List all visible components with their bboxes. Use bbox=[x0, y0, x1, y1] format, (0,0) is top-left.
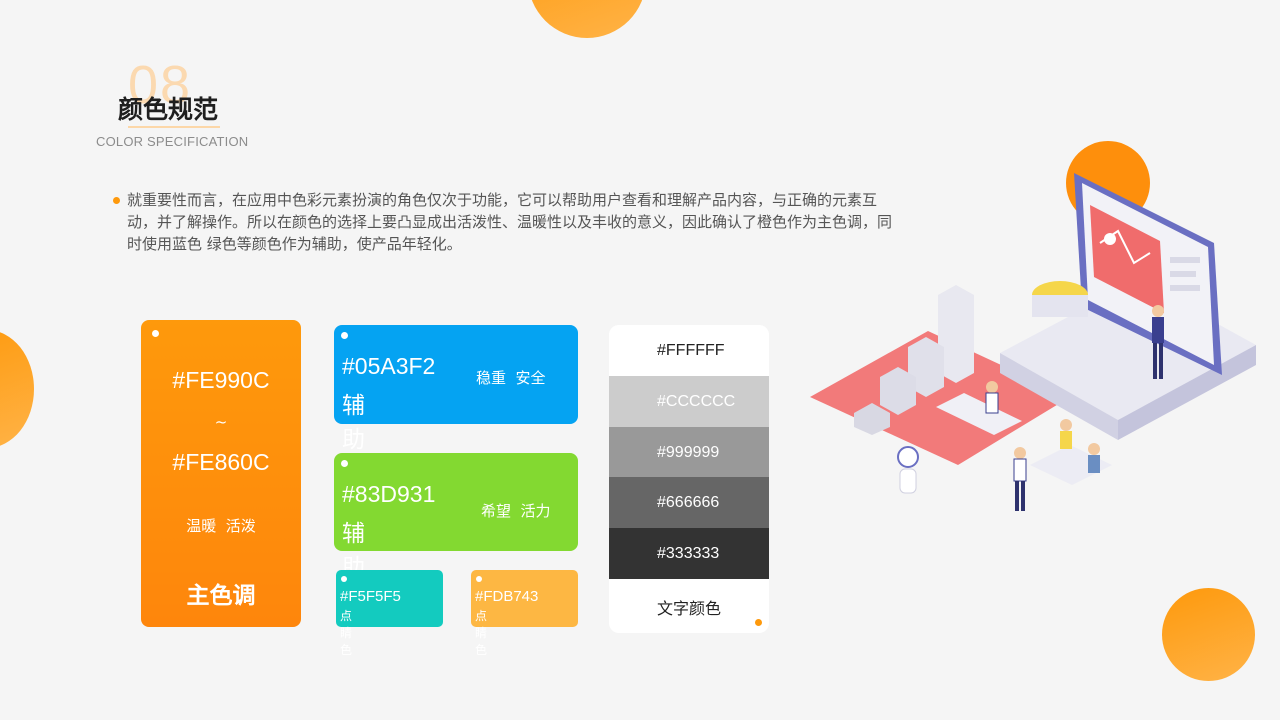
bullet-dot bbox=[113, 197, 120, 204]
blue-keywords: 稳重 安全 bbox=[476, 369, 546, 387]
decorative-circle-bottom-right bbox=[1162, 588, 1255, 681]
teal-code: #F5F5F5 bbox=[340, 588, 401, 605]
presenter-head bbox=[1152, 305, 1164, 317]
teal-role: 点睛色 bbox=[340, 609, 353, 657]
person-body bbox=[1060, 431, 1072, 449]
swatch-cccccc: #CCCCCC bbox=[609, 376, 769, 427]
person-body bbox=[1013, 458, 1027, 482]
palette-dot bbox=[755, 619, 762, 626]
description-text: 就重要性而言，在应用中色彩元素扮演的角色仅次于功能，它可以帮助用户查看和理解产品… bbox=[127, 191, 893, 253]
page-subtitle: COLOR SPECIFICATION bbox=[96, 134, 249, 149]
screen-text-line bbox=[1170, 257, 1200, 263]
card-dot bbox=[341, 576, 347, 582]
person-head bbox=[1014, 447, 1026, 459]
card-dot bbox=[341, 332, 348, 339]
green-code: #83D931 bbox=[342, 481, 436, 507]
isometric-analytics-illustration bbox=[810, 141, 1256, 511]
robot-body bbox=[899, 468, 917, 494]
person-head bbox=[1088, 443, 1100, 455]
primary-code-from: #FE990C bbox=[172, 367, 270, 393]
primary-role: 主色调 bbox=[186, 583, 256, 609]
bar-short bbox=[880, 367, 916, 415]
screen-text-line bbox=[1170, 271, 1196, 277]
pie-base bbox=[1032, 295, 1088, 317]
text-palette-label: 文字颜色 bbox=[656, 599, 721, 618]
primary-code-to: #FE860C bbox=[172, 449, 270, 475]
swatch-code: #666666 bbox=[657, 494, 720, 511]
blue-code: #05A3F2 bbox=[342, 353, 436, 379]
presenter-body bbox=[1152, 317, 1164, 343]
decorative-circle-left bbox=[0, 330, 34, 448]
person-head bbox=[986, 381, 998, 393]
screen-text-line bbox=[1170, 285, 1200, 291]
presenter-leg bbox=[1153, 343, 1157, 379]
text-color-palette: #FFFFFF #CCCCCC #999999 #666666 #333333 … bbox=[609, 325, 769, 633]
primary-keywords: 温暖 活泼 bbox=[186, 517, 256, 535]
swatch-666666: #666666 bbox=[609, 477, 769, 528]
card-dot bbox=[152, 330, 159, 337]
card-dot bbox=[476, 576, 482, 582]
screen-node bbox=[1104, 233, 1116, 245]
person-leg bbox=[1015, 481, 1019, 511]
person-body bbox=[985, 392, 999, 414]
robot-head bbox=[897, 446, 919, 468]
person-leg bbox=[1021, 481, 1025, 511]
orange-role: 点睛色 bbox=[475, 609, 488, 657]
card-dot bbox=[341, 460, 348, 467]
decorative-circle-top bbox=[528, 0, 646, 38]
swatch-code: #333333 bbox=[657, 545, 720, 562]
orange-code: #FDB743 bbox=[475, 588, 539, 605]
swatch-code: #999999 bbox=[657, 444, 720, 461]
person-head bbox=[1060, 419, 1072, 431]
green-keywords: 希望 活力 bbox=[481, 502, 551, 520]
presenter-leg bbox=[1159, 343, 1163, 379]
swatch-code: #CCCCCC bbox=[657, 393, 736, 410]
swatch-333333: #333333 bbox=[609, 528, 769, 579]
page-title: 颜色规范 bbox=[118, 95, 219, 124]
person-body bbox=[1088, 455, 1100, 473]
swatch-code: #FFFFFF bbox=[657, 342, 725, 359]
primary-tilde: ~ bbox=[214, 413, 228, 431]
swatch-999999: #999999 bbox=[609, 427, 769, 478]
title-underline bbox=[128, 126, 220, 128]
swatch-ffffff: #FFFFFF bbox=[609, 325, 769, 376]
